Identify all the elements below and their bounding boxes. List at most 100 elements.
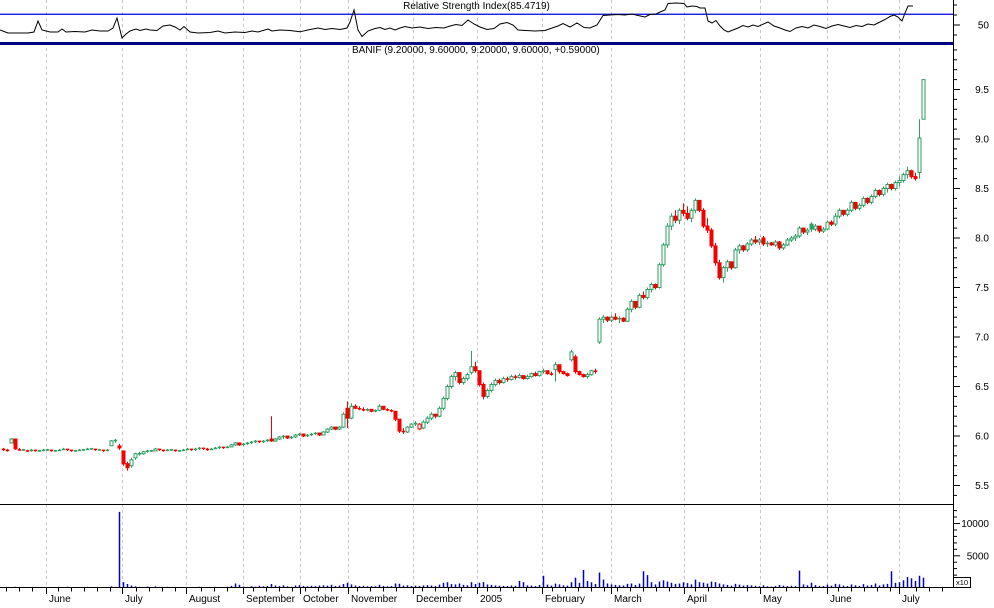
candle-body	[225, 446, 230, 449]
candle-body	[345, 407, 350, 419]
candle-body	[109, 440, 114, 447]
candle-body	[629, 300, 634, 310]
candle-body	[697, 199, 702, 211]
candle-body	[857, 204, 862, 209]
price-axis-label: 6.5	[975, 382, 989, 393]
candle-body	[317, 432, 322, 436]
candle-body	[693, 199, 698, 211]
candle-body	[153, 448, 158, 452]
candle-body	[573, 356, 578, 373]
candle-body	[161, 449, 166, 452]
price-axis-label: 5.5	[975, 481, 989, 492]
candle-body	[801, 227, 806, 233]
candle-body	[165, 449, 170, 452]
candle-body	[817, 225, 822, 232]
candle-body	[241, 443, 246, 446]
candle-body	[369, 408, 374, 412]
candle-body	[877, 190, 882, 195]
candle-body	[757, 239, 762, 243]
candle-body	[581, 374, 586, 378]
candle-body	[485, 390, 490, 397]
candle-body	[81, 449, 86, 451]
candle-body	[5, 449, 10, 452]
candle-body	[377, 405, 382, 411]
month-label: March	[614, 594, 642, 605]
candle-body	[745, 243, 750, 251]
candle-body	[341, 413, 346, 428]
candle-body	[129, 459, 134, 467]
chart-canvas: 50 9.5 9.0 8.5 8.0 7.5 7.0 6.5 6.0 5.5 10000 5000 Ju…	[0, 0, 989, 605]
candle-body	[9, 438, 14, 444]
candle-body	[429, 413, 434, 419]
candle-body	[21, 449, 26, 451]
candle-body	[397, 418, 402, 432]
candle-body	[125, 463, 130, 469]
candle-body	[761, 237, 766, 245]
candle-body	[309, 433, 314, 436]
candle-body	[649, 284, 654, 290]
candle-body	[261, 440, 266, 443]
candle-body	[137, 453, 142, 455]
candle-body	[773, 241, 778, 246]
candle-body	[725, 261, 730, 269]
candle-body	[297, 433, 302, 436]
candle-body	[585, 374, 590, 378]
candle-body	[481, 384, 486, 397]
candle-body	[465, 374, 470, 380]
candle-body	[625, 308, 630, 322]
candle-body	[249, 441, 254, 444]
candle-body	[177, 450, 182, 452]
candle-body	[637, 294, 642, 308]
candle-body	[313, 432, 318, 435]
candle-body	[41, 449, 46, 452]
candle-body	[337, 426, 342, 430]
candle-body	[893, 182, 898, 190]
month-label: July	[125, 594, 143, 605]
candle-body	[669, 215, 674, 227]
candle-body	[613, 316, 618, 320]
candle-body	[549, 373, 554, 375]
candle-body	[29, 449, 34, 452]
candle-body	[221, 446, 226, 449]
candle-body	[365, 409, 370, 411]
candle-body	[569, 351, 574, 361]
candle-body	[93, 448, 98, 451]
candle-body	[197, 447, 202, 450]
candle-body	[329, 426, 334, 430]
candle-body	[461, 378, 466, 384]
candle-body	[349, 405, 354, 419]
candle-body	[685, 212, 690, 219]
candle-body	[37, 450, 42, 452]
candle-body	[229, 444, 234, 448]
candle-body	[401, 430, 406, 433]
candle-body	[1, 448, 6, 451]
candle-body	[561, 371, 566, 375]
month-label: May	[763, 594, 782, 605]
candle-body	[381, 405, 386, 410]
price-axis-label: 9.5	[975, 85, 989, 96]
candle-body	[265, 439, 270, 442]
rsi-title: Relative Strength Index(85.4719)	[403, 1, 550, 12]
candle-body	[921, 79, 926, 120]
candle-body	[285, 435, 290, 439]
candle-body	[121, 450, 126, 465]
candle-body	[673, 215, 678, 221]
candle-body	[53, 450, 58, 452]
candle-body	[521, 375, 526, 380]
candle-body	[853, 201, 858, 209]
candle-body	[213, 447, 218, 450]
candle-body	[825, 221, 830, 230]
candle-body	[473, 366, 478, 372]
candle-body	[233, 442, 238, 446]
candle-body	[253, 440, 258, 443]
candle-body	[821, 228, 826, 232]
candle-body	[701, 209, 706, 227]
month-label: December	[416, 594, 463, 605]
candle-body	[333, 426, 338, 430]
candle-body	[785, 239, 790, 246]
candle-body	[829, 221, 834, 225]
candle-body	[425, 417, 430, 423]
candle-body	[509, 376, 514, 381]
candle-body	[565, 373, 570, 377]
candle-body	[437, 407, 442, 417]
